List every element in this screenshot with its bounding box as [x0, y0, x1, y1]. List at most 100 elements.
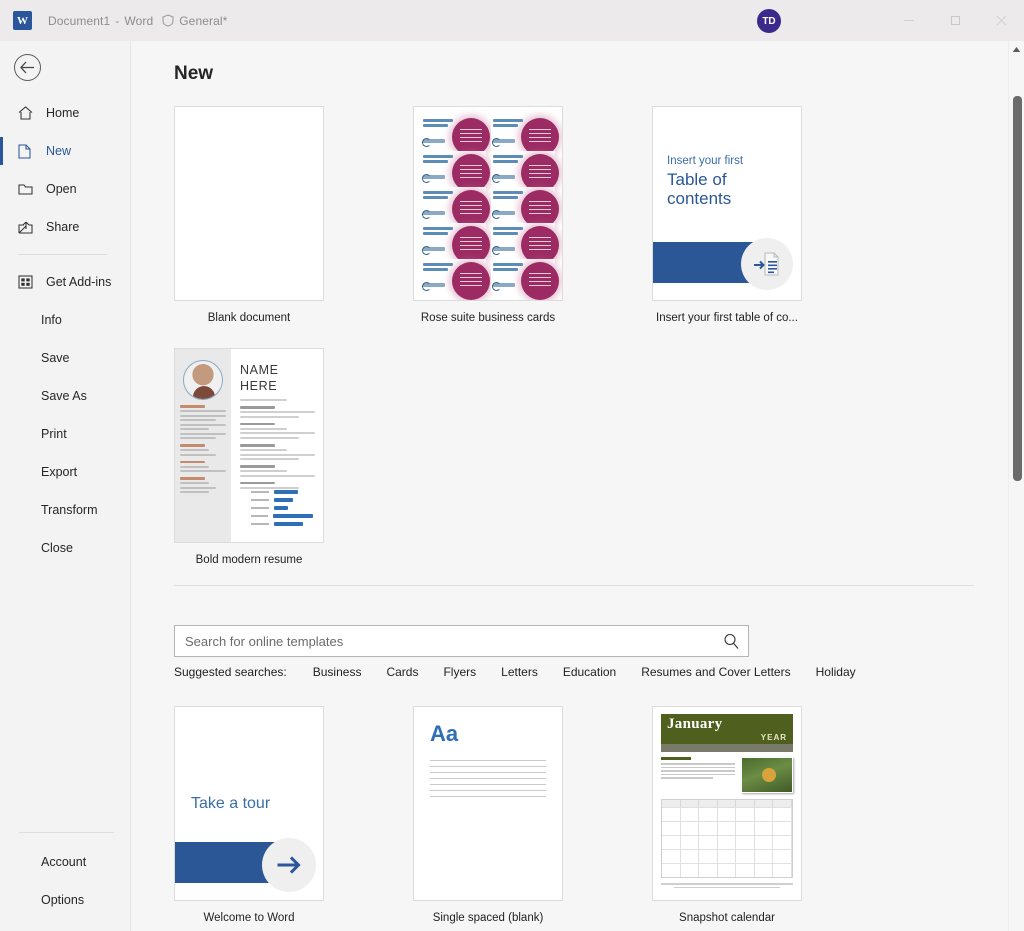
add-ins-icon: [18, 275, 38, 289]
scrollbar-track[interactable]: [1009, 58, 1024, 931]
back-button[interactable]: [14, 54, 41, 81]
search-templates-box[interactable]: [174, 625, 749, 657]
sensitivity-label: General*: [179, 13, 228, 28]
sidebar-item-export[interactable]: Export: [0, 453, 131, 491]
avatar[interactable]: TD: [757, 9, 781, 33]
scrollbar-thumb[interactable]: [1013, 96, 1022, 481]
calendar-intro-text: [661, 757, 735, 793]
sidebar-item-label: Transform: [41, 503, 98, 517]
template-card-single-spaced-blank[interactable]: Aa Single spaced (blank): [413, 706, 563, 924]
resume-photo: [183, 360, 223, 400]
suggested-search-cards[interactable]: Cards: [386, 665, 418, 679]
suggested-search-resumes-and-cover-letters[interactable]: Resumes and Cover Letters: [641, 665, 790, 679]
sidebar-item-options[interactable]: Options: [0, 881, 131, 919]
word-logo-icon: W: [13, 11, 32, 30]
calendar-photo: [741, 757, 793, 793]
sidebar-item-label: Close: [41, 541, 73, 555]
sidebar-item-label: Save As: [41, 389, 87, 403]
single-spaced-lines: [430, 760, 546, 797]
suggested-search-education[interactable]: Education: [563, 665, 616, 679]
template-thumbnail: January YEAR: [652, 706, 802, 901]
sidebar-item-label: Print: [41, 427, 67, 441]
sidebar-item-close[interactable]: Close: [0, 529, 131, 567]
calendar-week-row: [662, 807, 792, 821]
suggested-search-holiday[interactable]: Holiday: [816, 665, 856, 679]
sidebar-item-save[interactable]: Save: [0, 339, 131, 377]
template-thumbnail: Take a tour: [174, 706, 324, 901]
calendar-weekday-row: [662, 800, 792, 807]
template-card-blank-document[interactable]: Blank document: [174, 106, 324, 324]
close-button[interactable]: [978, 0, 1024, 41]
sidebar-item-label: Open: [46, 182, 77, 196]
search-input[interactable]: [175, 626, 714, 656]
search-icon[interactable]: [714, 626, 748, 656]
resume-body-text: [240, 399, 315, 489]
folder-open-icon: [18, 182, 38, 196]
sidebar-divider: [18, 254, 107, 255]
sidebar-bottom-divider: [19, 832, 114, 833]
title-bar: W Document1 - Word General* TD: [0, 0, 1024, 41]
new-document-icon: [18, 143, 38, 159]
toc-preview-line-1: Insert your first: [667, 155, 744, 167]
sidebar-item-label: Export: [41, 465, 78, 479]
sidebar-item-share[interactable]: Share: [0, 208, 131, 246]
main-content: New Blank document Rose suite business c…: [131, 41, 1024, 931]
document-name: Document1: [48, 13, 111, 28]
calendar-header: January YEAR: [661, 714, 793, 744]
template-card-rose-suite-business-cards[interactable]: Rose suite business cards: [413, 106, 563, 324]
resume-sidebar-text: [180, 405, 226, 494]
suggested-search-letters[interactable]: Letters: [501, 665, 538, 679]
calendar-month: January: [667, 716, 723, 732]
sidebar-item-open[interactable]: Open: [0, 170, 131, 208]
featured-templates-row-1: Blank document Rose suite business cards…: [174, 106, 802, 324]
window-controls: [886, 0, 1024, 41]
template-caption: Welcome to Word: [203, 912, 295, 924]
sidebar-item-info[interactable]: Info: [0, 301, 131, 339]
template-card-bold-modern-resume[interactable]: NAME HERE Bold modern resume: [174, 348, 324, 566]
calendar-grid: [661, 799, 793, 878]
vertical-scrollbar[interactable]: [1008, 41, 1024, 931]
sidebar-item-transform[interactable]: Transform: [0, 491, 131, 529]
maximize-button[interactable]: [932, 0, 978, 41]
template-card-welcome-to-word[interactable]: Take a tour Welcome to Word: [174, 706, 324, 924]
template-thumbnail: [413, 106, 563, 301]
template-card-insert-table-of-contents[interactable]: Insert your first Table of contents Inse…: [652, 106, 802, 324]
sidebar-item-label: Account: [41, 855, 87, 869]
template-thumbnail: Insert your first Table of contents: [652, 106, 802, 301]
template-card-snapshot-calendar[interactable]: January YEAR Snapshot calendar: [652, 706, 802, 924]
sidebar-item-print[interactable]: Print: [0, 415, 131, 453]
template-caption: Bold modern resume: [195, 554, 303, 566]
business-card-cell: [421, 187, 490, 228]
sidebar-item-save-as[interactable]: Save As: [0, 377, 131, 415]
shield-icon: [162, 14, 174, 27]
toc-preview-line-2: Table of: [667, 170, 727, 189]
sidebar-item-get-add-ins[interactable]: Get Add-ins: [0, 263, 131, 301]
template-caption: Single spaced (blank): [432, 912, 544, 924]
suggested-search-flyers[interactable]: Flyers: [443, 665, 476, 679]
toc-preview-line-3: contents: [667, 189, 732, 208]
sidebar-item-account[interactable]: Account: [0, 843, 131, 881]
sidebar-item-label: Home: [46, 106, 80, 120]
template-caption: Snapshot calendar: [679, 912, 775, 924]
tour-preview-text: Take a tour: [191, 795, 271, 812]
template-thumbnail: Aa: [413, 706, 563, 901]
scroll-up-icon[interactable]: [1009, 41, 1024, 58]
share-icon: [18, 220, 38, 234]
avatar-initials: TD: [762, 15, 776, 27]
home-icon: [18, 106, 38, 120]
sidebar-bottom-nav: Account Options: [0, 832, 131, 919]
calendar-footer-text: [661, 883, 793, 888]
word-backstage-new-screen: W Document1 - Word General* TD Home New …: [0, 0, 1024, 931]
sidebar-item-new[interactable]: New: [0, 132, 131, 170]
sidebar-item-home[interactable]: Home: [0, 94, 131, 132]
resume-body: NAME HERE: [231, 349, 323, 542]
business-card-cell: [421, 115, 490, 156]
online-templates-row: Take a tour Welcome to Word Aa Single sp…: [174, 706, 802, 924]
suggested-search-business[interactable]: Business: [313, 665, 362, 679]
sidebar-item-label: Info: [41, 313, 62, 327]
template-caption: Rose suite business cards: [420, 312, 556, 324]
business-card-cell: [421, 223, 490, 264]
calendar-week-row: [662, 835, 792, 849]
calendar-subheader: [661, 744, 793, 752]
minimize-button[interactable]: [886, 0, 932, 41]
